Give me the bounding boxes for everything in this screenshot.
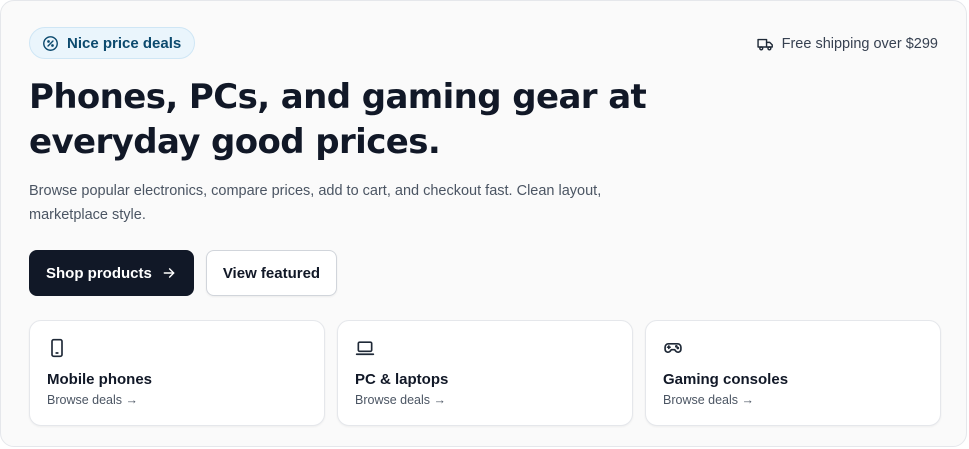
free-shipping-label: Free shipping over $299 <box>781 36 938 52</box>
category-card-pc-laptops[interactable]: PC & laptops Browse deals → <box>337 320 633 426</box>
hero-top-row: Nice price deals Free shipping over $299 <box>29 27 938 61</box>
truck-icon <box>756 37 774 52</box>
hero-section: Nice price deals Free shipping over $299… <box>0 0 967 447</box>
price-tag-icon <box>42 35 59 52</box>
gamepad-icon <box>663 338 683 358</box>
free-shipping-notice: Free shipping over $299 <box>756 36 938 52</box>
category-card-mobile-phones[interactable]: Mobile phones Browse deals → <box>29 320 325 426</box>
deals-badge: Nice price deals <box>29 27 196 59</box>
hero-actions: Shop products View featured <box>29 250 338 296</box>
arrow-right-icon <box>162 266 176 280</box>
hero-subtext: Browse popular electronics, compare pric… <box>29 183 602 223</box>
shop-products-button[interactable]: Shop products <box>29 250 194 296</box>
category-title: PC & laptops <box>355 371 449 388</box>
view-featured-label: View featured <box>222 264 321 282</box>
smartphone-icon <box>47 338 67 358</box>
browse-deals-link[interactable]: Browse deals → <box>663 393 754 407</box>
view-featured-button[interactable]: View featured <box>205 250 338 296</box>
category-title: Gaming consoles <box>663 371 789 388</box>
category-cards: Mobile phones Browse deals → PC & laptop… <box>29 320 941 426</box>
laptop-icon <box>355 338 375 358</box>
category-title: Mobile phones <box>47 371 152 388</box>
deals-badge-label: Nice price deals <box>67 34 182 52</box>
browse-deals-link[interactable]: Browse deals → <box>47 393 138 407</box>
shop-products-label: Shop products <box>46 264 152 282</box>
category-card-gaming-consoles[interactable]: Gaming consoles Browse deals → <box>645 320 941 426</box>
browse-deals-link[interactable]: Browse deals → <box>355 393 446 407</box>
hero-headline: Phones, PCs, and gaming gear at everyday… <box>29 77 647 162</box>
